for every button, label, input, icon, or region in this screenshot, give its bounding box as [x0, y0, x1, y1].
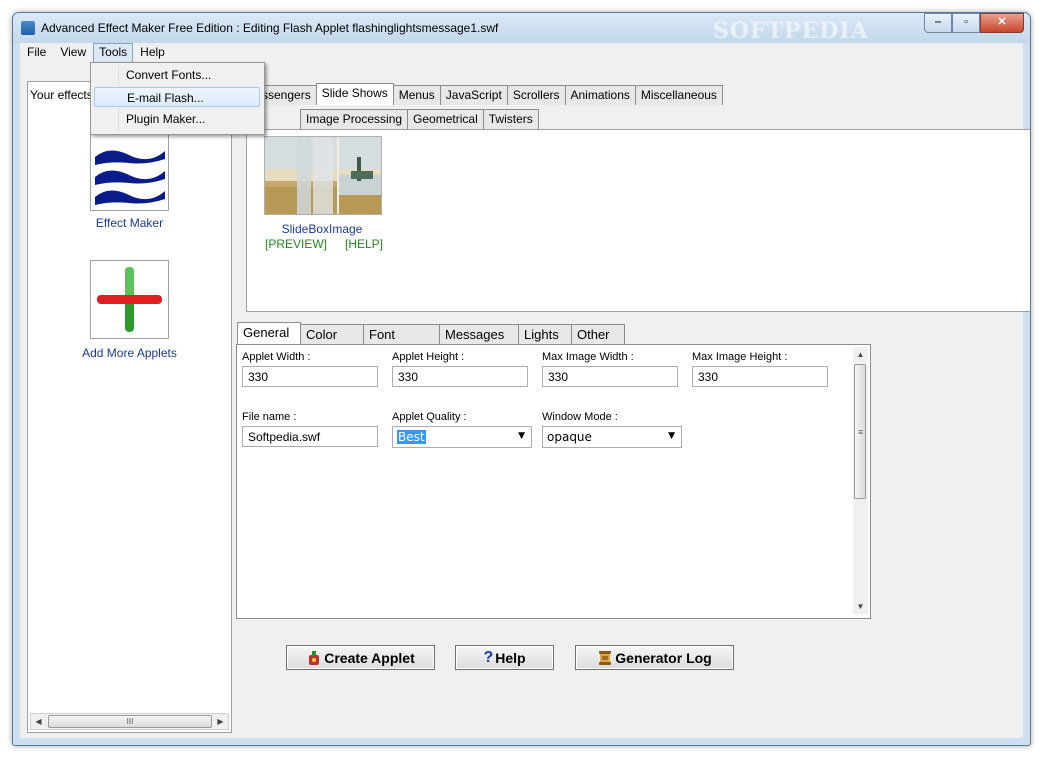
effects-pane-label: Your effects [30, 88, 93, 102]
max-image-height-label: Max Image Height : [692, 351, 788, 363]
scroll-right-icon[interactable]: ▶ [213, 714, 228, 729]
menu-item-convert-fonts[interactable]: Convert Fonts... [94, 65, 260, 85]
scroll-up-icon[interactable]: ▲ [853, 347, 868, 362]
question-mark-icon: ? [483, 648, 494, 666]
minimize-button[interactable]: ‒ [924, 13, 952, 33]
window-mode-select[interactable]: opaque ▼ [542, 426, 682, 448]
applet-quality-label: Applet Quality : [392, 411, 467, 423]
dropdown-arrow-icon[interactable]: ▼ [668, 431, 675, 441]
tab-color[interactable]: Color [300, 324, 364, 344]
add-more-applets-tile[interactable] [90, 260, 169, 339]
scroll-thumb[interactable]: III [48, 715, 212, 728]
waves-icon [95, 150, 165, 205]
applet-quality-select[interactable]: Best ▼ [392, 426, 532, 448]
scroll-thumb[interactable]: ≡ [854, 364, 866, 499]
window-controls: ‒ ▫ ✕ [924, 13, 1024, 33]
window-mode-value: opaque [547, 430, 592, 444]
max-image-width-input[interactable]: 330 [542, 366, 678, 387]
add-more-applets-caption[interactable]: Add More Applets [28, 346, 231, 360]
create-applet-button[interactable]: Create Applet [286, 645, 435, 670]
help-link[interactable]: [HELP] [345, 237, 383, 251]
menu-view[interactable]: View [53, 43, 93, 62]
applet-gallery: SlideBoxImage [PREVIEW] [HELP] [246, 129, 1030, 312]
tab-twisters[interactable]: Twisters [482, 109, 539, 129]
generator-log-button[interactable]: Generator Log [575, 645, 734, 670]
file-name-label: File name : [242, 411, 297, 423]
slideboximage-caption[interactable]: SlideBoxImage [247, 222, 397, 236]
dropdown-arrow-icon[interactable]: ▼ [518, 431, 525, 441]
scroll-down-icon[interactable]: ▼ [853, 599, 868, 614]
close-button[interactable]: ✕ [980, 13, 1024, 33]
app-icon [21, 21, 35, 35]
tab-general[interactable]: General [237, 322, 301, 344]
effect-maker-caption[interactable]: Effect Maker [28, 216, 231, 230]
plus-icon [97, 267, 162, 332]
window-mode-label: Window Mode : [542, 411, 618, 423]
effect-maker-tile[interactable] [90, 132, 169, 211]
tab-messengers[interactable]: ssengers [256, 85, 317, 105]
applet-height-label: Applet Height : [392, 351, 465, 363]
tab-animations[interactable]: Animations [564, 85, 636, 105]
tab-menus[interactable]: Menus [392, 85, 441, 105]
tab-scrollers[interactable]: Scrollers [506, 85, 566, 105]
tab-messages[interactable]: Messages [439, 324, 519, 344]
help-button[interactable]: ? Help [455, 645, 554, 670]
menu-item-plugin-maker[interactable]: Plugin Maker... [94, 109, 260, 129]
file-name-input[interactable]: Softpedia.swf [242, 426, 378, 447]
tab-javascript[interactable]: JavaScript [439, 85, 508, 105]
effects-horizontal-scrollbar[interactable]: ◀ III ▶ [30, 713, 229, 730]
create-applet-icon [309, 650, 320, 665]
scroll-log-icon [599, 650, 612, 665]
properties-vertical-scrollbar[interactable]: ▲ ≡ ▼ [853, 347, 868, 614]
window-title: Advanced Effect Maker Free Edition : Edi… [41, 21, 499, 35]
preview-link[interactable]: [PREVIEW] [265, 237, 327, 251]
max-image-width-label: Max Image Width : [542, 351, 634, 363]
menu-file[interactable]: File [20, 43, 53, 62]
tab-slide-shows[interactable]: Slide Shows [315, 83, 394, 105]
create-applet-label: Create Applet [324, 649, 415, 666]
watermark: SOFTPEDIA [713, 18, 869, 44]
subcategory-tabs: Image Processing Geometrical Twisters [300, 109, 539, 129]
slideboximage-thumbnail[interactable] [264, 136, 382, 215]
applet-quality-value: Best [397, 430, 426, 444]
menu-tools[interactable]: Tools [93, 43, 134, 63]
menu-bar: File View Tools Help [20, 43, 1023, 63]
scroll-left-icon[interactable]: ◀ [31, 714, 46, 729]
generator-log-label: Generator Log [615, 649, 712, 666]
max-image-height-input[interactable]: 330 [692, 366, 828, 387]
tab-miscellaneous[interactable]: Miscellaneous [634, 85, 723, 105]
tab-lights[interactable]: Lights [518, 324, 572, 344]
applet-width-label: Applet Width : [242, 351, 311, 363]
tab-other[interactable]: Other [571, 324, 625, 344]
title-bar[interactable]: Advanced Effect Maker Free Edition : Edi… [13, 13, 1030, 44]
category-tabs: ssengers Slide Shows Menus JavaScript Sc… [256, 83, 723, 105]
general-properties-panel: Applet Width : 330 Applet Height : 330 M… [236, 344, 871, 619]
applet-width-input[interactable]: 330 [242, 366, 378, 387]
tab-image-processing[interactable]: Image Processing [300, 109, 409, 129]
client-area: File View Tools Help Your effects Effect… [20, 43, 1030, 738]
help-label: Help [495, 649, 526, 666]
menu-item-email-flash[interactable]: E-mail Flash... [94, 87, 260, 107]
tools-menu-dropdown: Convert Fonts... E-mail Flash... Plugin … [90, 62, 265, 135]
tab-font[interactable]: Font [363, 324, 440, 344]
slideshow-preview-image [265, 137, 381, 214]
tab-geometrical[interactable]: Geometrical [407, 109, 484, 129]
menu-help[interactable]: Help [133, 43, 172, 62]
property-tabs: General Color Font Messages Lights Other [237, 322, 625, 344]
applet-height-input[interactable]: 330 [392, 366, 528, 387]
maximize-button[interactable]: ▫ [952, 13, 980, 33]
effects-pane: Your effects Effect Maker Add More Apple… [27, 81, 232, 733]
